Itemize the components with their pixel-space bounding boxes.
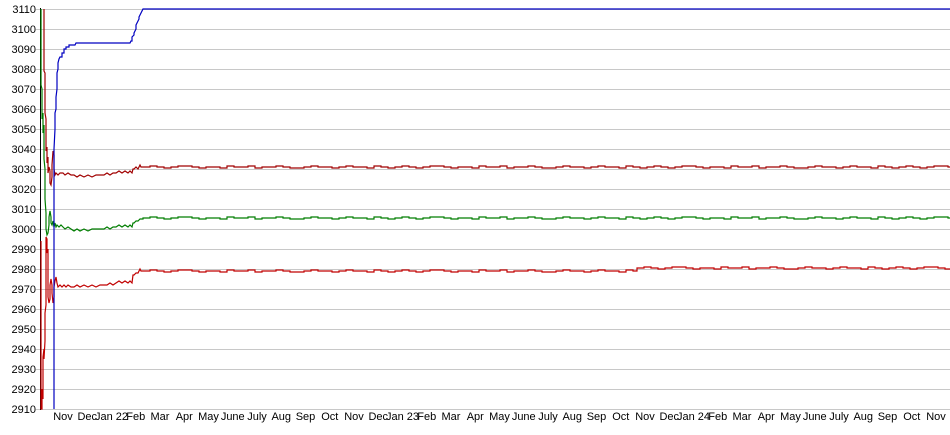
y-axis-label: 3060 (12, 104, 36, 116)
series-red-line (40, 236, 950, 410)
y-axis-label: 3090 (12, 44, 36, 56)
chart-canvas: 3110 3100 3090 3080 3070 3060 3050 3040 3030 3020… (12, 4, 950, 423)
x-axis-label: Oct (612, 411, 629, 423)
x-axis-label: May (489, 411, 510, 423)
grid-lines (36, 9, 950, 410)
x-axis-label: Aug (271, 411, 291, 423)
y-axis-label: 3010 (12, 204, 36, 216)
x-axis-label: Apr (758, 411, 775, 423)
x-axis-label: June (512, 411, 536, 423)
y-axis-label: 2970 (12, 284, 36, 296)
x-axis-label: Oct (321, 411, 338, 423)
x-axis-label: Feb (708, 411, 727, 423)
y-axis-label: 2940 (12, 344, 36, 356)
y-axis-label: 2980 (12, 264, 36, 276)
y-axis-label: 2920 (12, 384, 36, 396)
y-axis-labels: 3110 3100 3090 3080 3070 3060 3050 3040 3030 3020… (12, 4, 36, 416)
x-axis-label: May (780, 411, 801, 423)
y-axis-label: 2960 (12, 304, 36, 316)
x-axis-label: Aug (853, 411, 873, 423)
price-history-chart: 3110 3100 3090 3080 3070 3060 3050 3040 3030 3020… (0, 0, 950, 435)
x-axis-label: Sep (878, 411, 898, 423)
y-axis-label: 2990 (12, 244, 36, 256)
x-axis-label: Apr (467, 411, 484, 423)
x-axis-label: Nov (344, 411, 364, 423)
x-axis-label: Aug (562, 411, 582, 423)
x-axis-label: Jan 24 (677, 411, 710, 423)
x-axis-label: Feb (417, 411, 436, 423)
y-axis-label: 3110 (12, 4, 36, 16)
y-axis-label: 2910 (12, 404, 36, 416)
x-axis-labels: Nov DecJan 22Feb Mar Apr May June July Aug Sep Oc… (53, 411, 946, 423)
x-axis-label: Jan 23 (386, 411, 419, 423)
x-axis-label: Sep (296, 411, 316, 423)
x-axis-label: Nov (926, 411, 946, 423)
x-axis-label: July (538, 411, 558, 423)
x-axis-label: Feb (126, 411, 145, 423)
x-axis-label: Apr (176, 411, 193, 423)
series-maroon-line (43, 9, 950, 188)
x-axis-label: June (803, 411, 827, 423)
y-axis-label: 2930 (12, 364, 36, 376)
x-axis-label: Jan 22 (95, 411, 128, 423)
series-green-line (40, 9, 950, 237)
x-axis-label: Mar (151, 411, 170, 423)
y-axis-label: 3030 (12, 164, 36, 176)
y-axis-label: 3100 (12, 24, 36, 36)
x-axis-label: Mar (733, 411, 752, 423)
x-axis-label: July (829, 411, 849, 423)
y-axis-label: 3000 (12, 224, 36, 236)
y-axis-label: 3080 (12, 64, 36, 76)
y-axis-label: 3050 (12, 124, 36, 136)
y-axis-label: 3040 (12, 144, 36, 156)
x-axis-label: July (247, 411, 267, 423)
x-axis-label: Nov (635, 411, 655, 423)
x-axis-label: Sep (587, 411, 607, 423)
y-axis-label: 2950 (12, 324, 36, 336)
x-axis-label: June (221, 411, 245, 423)
y-axis-label: 3070 (12, 84, 36, 96)
x-axis-label: Oct (903, 411, 920, 423)
x-axis-label: May (198, 411, 219, 423)
y-axis-label: 3020 (12, 184, 36, 196)
x-axis-label: Nov (53, 411, 73, 423)
x-axis-label: Mar (442, 411, 461, 423)
